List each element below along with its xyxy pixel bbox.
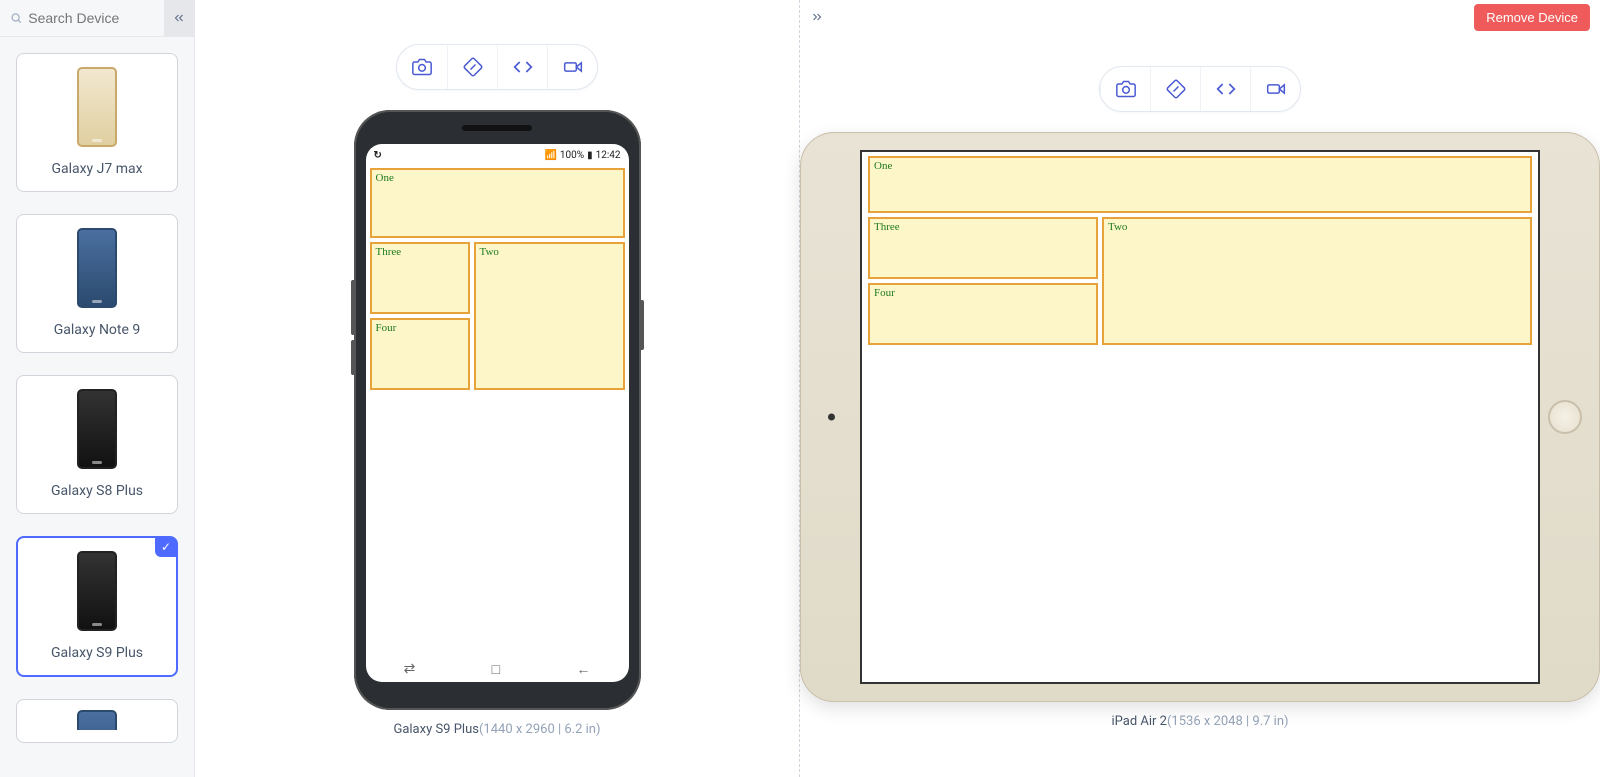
status-bar: ↻ 📶 100% ▮ 12:42 xyxy=(366,144,629,166)
code-icon xyxy=(513,57,533,77)
device-card-galaxy-note-9[interactable]: Galaxy Note 9 xyxy=(16,214,178,353)
record-button[interactable] xyxy=(1250,67,1300,111)
device-toolbar xyxy=(396,44,598,90)
cell-one: One xyxy=(370,168,625,238)
record-button[interactable] xyxy=(547,45,597,89)
screenshot-button[interactable] xyxy=(1100,67,1150,111)
battery-percent: 100% xyxy=(560,150,584,161)
device-sidebar: Galaxy J7 max Galaxy Note 9 Galaxy S8 Pl… xyxy=(0,0,195,777)
search-row xyxy=(0,0,194,37)
remove-device-button[interactable]: Remove Device xyxy=(1474,4,1590,31)
battery-icon: ▮ xyxy=(587,150,593,161)
rotate-button[interactable] xyxy=(447,45,497,89)
device-thumb xyxy=(25,64,169,149)
code-icon xyxy=(1216,79,1236,99)
android-navbar: ⇄ □ ← xyxy=(366,656,629,682)
cell-three: Three xyxy=(370,242,470,314)
device-label: Galaxy S8 Plus xyxy=(25,483,169,499)
cell-three: Three xyxy=(868,217,1098,279)
chevron-double-right-icon xyxy=(810,10,824,24)
cell-four: Four xyxy=(868,283,1098,345)
cell-two: Two xyxy=(474,242,625,390)
signal-icon: 📶 xyxy=(544,150,556,161)
phone-screen[interactable]: ↻ 📶 100% ▮ 12:42 One Two Three Four xyxy=(366,144,629,682)
code-button[interactable] xyxy=(497,45,547,89)
device-name: iPad Air 2 xyxy=(1111,714,1167,729)
device-toolbar: Rotate xyxy=(1099,66,1301,112)
device-dims: (1440 x 2960 | 6.2 in) xyxy=(479,722,601,737)
rotate-icon xyxy=(1166,79,1186,99)
device-card-next[interactable] xyxy=(16,699,178,743)
cell-four: Four xyxy=(370,318,470,390)
chevron-double-left-icon xyxy=(172,11,186,25)
phone-frame: ↻ 📶 100% ▮ 12:42 One Two Three Four xyxy=(354,110,641,710)
device-card-galaxy-s9-plus[interactable]: ✓ Galaxy S9 Plus xyxy=(16,536,178,677)
clock: 12:42 xyxy=(596,150,621,161)
rotate-icon xyxy=(463,57,483,77)
camera-icon xyxy=(1116,79,1136,99)
search-box[interactable] xyxy=(0,2,164,34)
device-caption: Galaxy S9 Plus(1440 x 2960 | 6.2 in) xyxy=(393,722,600,737)
selected-badge: ✓ xyxy=(155,537,177,557)
main-area: ↻ 📶 100% ▮ 12:42 One Two Three Four xyxy=(195,0,1600,777)
device-thumb xyxy=(25,225,169,310)
device-thumb xyxy=(25,386,169,471)
check-icon: ✓ xyxy=(161,540,171,554)
collapse-sidebar-button[interactable] xyxy=(164,0,194,36)
preview-pane-tablet: Remove Device Rotate One Tw xyxy=(800,0,1600,777)
device-caption: iPad Air 2(1536 x 2048 | 9.7 in) xyxy=(1111,714,1288,729)
device-name: Galaxy S9 Plus xyxy=(393,722,478,737)
phone-content: One Two Three Four xyxy=(366,166,629,656)
tablet-screen[interactable]: One Two Three Four xyxy=(860,150,1540,684)
device-card-galaxy-s8-plus[interactable]: Galaxy S8 Plus xyxy=(16,375,178,514)
device-thumb xyxy=(26,548,168,633)
device-thumb xyxy=(25,710,169,730)
search-input[interactable] xyxy=(28,10,154,26)
screenshot-button[interactable] xyxy=(397,45,447,89)
camera-icon xyxy=(412,57,432,77)
device-label: Galaxy J7 max xyxy=(25,161,169,177)
tablet-camera xyxy=(828,414,835,421)
device-dims: (1536 x 2048 | 9.7 in) xyxy=(1167,714,1289,729)
search-icon xyxy=(10,11,22,25)
back-icon[interactable]: ← xyxy=(576,661,590,678)
cell-one: One xyxy=(868,156,1532,213)
video-icon xyxy=(563,57,583,77)
preview-pane-phone: ↻ 📶 100% ▮ 12:42 One Two Three Four xyxy=(195,0,800,777)
expand-sidebar-button[interactable] xyxy=(806,6,828,28)
home-icon[interactable]: □ xyxy=(492,661,500,678)
tablet-home-button[interactable] xyxy=(1548,400,1582,434)
device-card-galaxy-j7-max[interactable]: Galaxy J7 max xyxy=(16,53,178,192)
device-label: Galaxy Note 9 xyxy=(25,322,169,338)
recent-apps-icon[interactable]: ⇄ xyxy=(404,661,416,677)
cell-two: Two xyxy=(1102,217,1532,345)
video-icon xyxy=(1266,79,1286,99)
tablet-frame: One Two Three Four xyxy=(800,132,1600,702)
rotate-button[interactable] xyxy=(1150,67,1200,111)
code-button[interactable] xyxy=(1200,67,1250,111)
device-list[interactable]: Galaxy J7 max Galaxy Note 9 Galaxy S8 Pl… xyxy=(0,37,194,777)
loading-icon: ↻ xyxy=(374,150,382,161)
device-label: Galaxy S9 Plus xyxy=(26,645,168,661)
